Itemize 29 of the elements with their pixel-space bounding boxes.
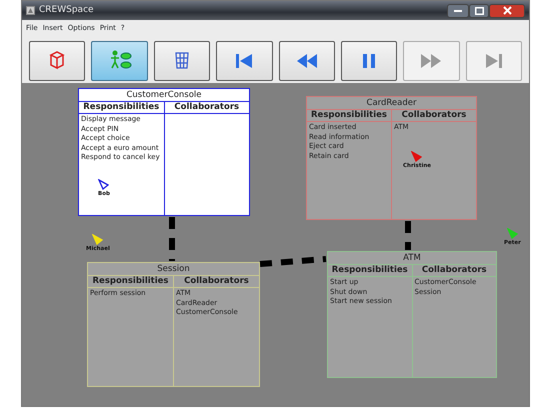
column-heading: Responsibilities [92,276,170,287]
close-button[interactable] [489,4,525,18]
maximize-button[interactable] [469,4,489,18]
window-title: CREWSpace [39,4,94,17]
minimize-button[interactable] [447,4,469,18]
actor-button[interactable] [91,40,148,80]
column-heading: Responsibilities [330,265,409,276]
card-title: CustomerConsole [79,89,249,102]
uml-cube-button[interactable] [29,40,86,80]
skip-start-button[interactable] [216,40,272,80]
minimize-icon [454,10,462,12]
close-icon [502,6,512,15]
connector-line [405,221,411,250]
card-title: Session [88,263,259,276]
rewind-button[interactable] [278,40,335,80]
column-heading: Responsibilities [82,102,160,113]
column-heading: Collaborators [173,276,259,287]
column-heading: Collaborators [412,265,496,276]
pause-button[interactable] [340,40,398,80]
column-heading: Collaborators [391,110,476,121]
app-icon [26,6,35,15]
connector-line [169,217,175,261]
connector-line [260,256,326,267]
column-heading: Responsibilities [310,110,388,121]
grid-button[interactable] [154,40,210,80]
maximize-icon [474,6,484,14]
card-title: ATM [328,252,496,265]
card-title: CardReader [307,97,476,110]
column-heading: Collaborators [164,102,249,113]
